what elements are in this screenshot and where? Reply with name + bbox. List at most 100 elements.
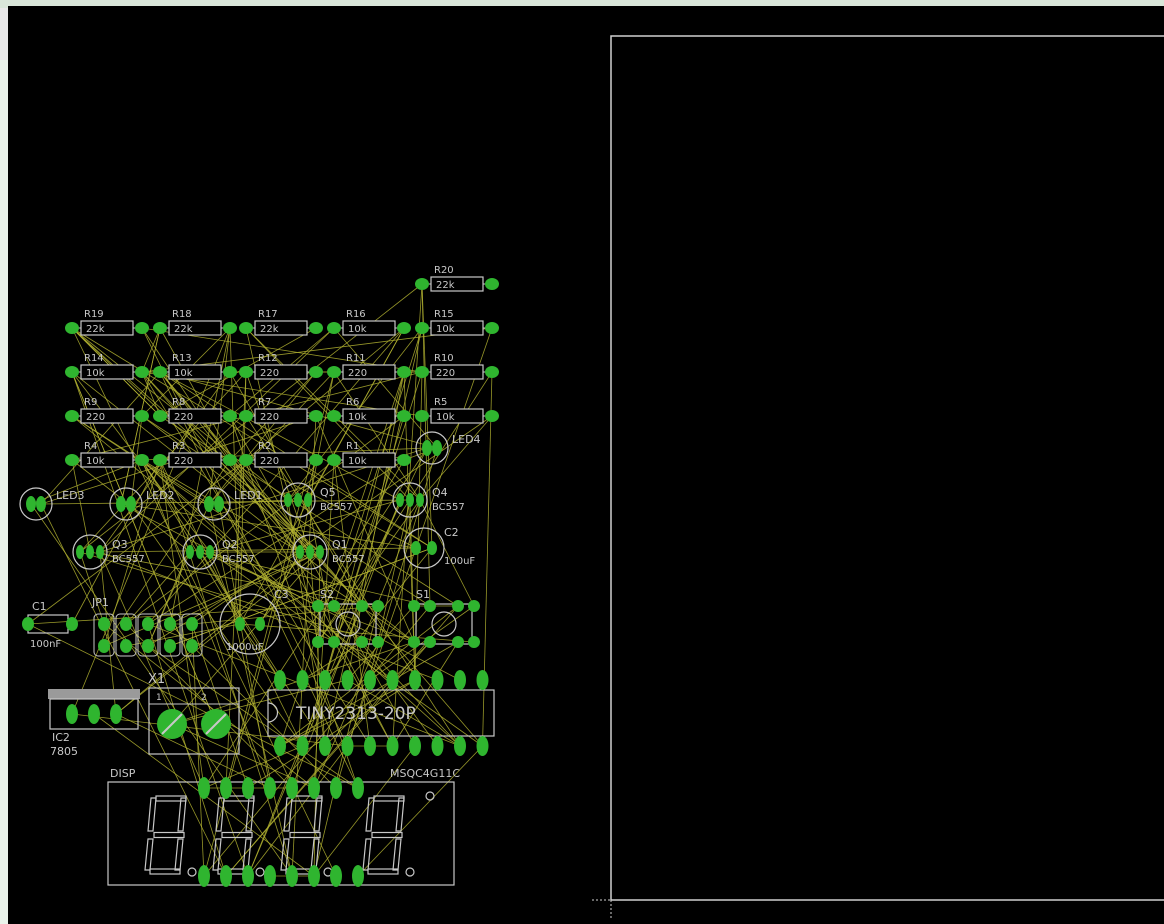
transistor-pad: [86, 545, 94, 559]
resistor-r5[interactable]: R510k: [415, 397, 499, 424]
transistor-name: Q1: [332, 538, 348, 551]
switch-pad: [468, 636, 480, 648]
resistor-pad: [485, 322, 499, 334]
switch-pad: [452, 600, 464, 612]
resistor-pad: [135, 366, 149, 378]
transistor-pad: [76, 545, 84, 559]
resistor-name: R14: [84, 353, 104, 364]
transistor-q4[interactable]: Q4 BC557: [392, 482, 465, 518]
mcu-pad: [409, 736, 421, 756]
resistor-value: 220: [436, 368, 455, 379]
resistor-pad: [397, 410, 411, 422]
resistor-pad: [239, 454, 253, 466]
resistor-r17[interactable]: R1722k: [239, 309, 323, 336]
resistor-r15[interactable]: R1510k: [415, 309, 499, 336]
led-name: LED2: [146, 489, 175, 502]
regulator-ic2[interactable]: IC2 7805: [48, 689, 140, 758]
resistor-value: 220: [260, 456, 279, 467]
display-pad: [330, 777, 342, 799]
header-pad: [186, 617, 198, 631]
mcu-pad: [454, 736, 466, 756]
led-name: LED3: [56, 489, 85, 502]
capacitor-pad: [411, 541, 421, 555]
header-pad: [120, 617, 132, 631]
mcu-pad: [364, 736, 376, 756]
resistor-name: R18: [172, 309, 192, 320]
resistor-r16[interactable]: R1610k: [327, 309, 411, 336]
transistor-pad: [296, 545, 304, 559]
transistor-pad: [396, 493, 404, 507]
led-pad: [126, 496, 136, 512]
regulator-pad-1: [66, 704, 78, 724]
display-segment: [153, 831, 185, 839]
resistor-pad: [65, 322, 79, 334]
mcu-ic1[interactable]: TINY2313-20P: [267, 670, 495, 756]
mcu-pad: [409, 670, 421, 690]
led-pad: [204, 496, 214, 512]
switch-pad: [328, 636, 340, 648]
resistor-pad: [485, 366, 499, 378]
resistor-r14[interactable]: R1410k: [65, 353, 149, 380]
resistor-pad: [397, 366, 411, 378]
resistor-pad: [135, 410, 149, 422]
resistor-pad: [309, 322, 323, 334]
header-pad: [164, 639, 176, 653]
transistor-pad: [304, 493, 312, 507]
window-frame-edge: [0, 8, 8, 60]
airwire: [79, 551, 105, 625]
display-disp[interactable]: DISP MSQC4G11C: [107, 767, 460, 887]
resistor-pad: [327, 366, 341, 378]
mcu-name: TINY2313-20P: [295, 704, 416, 724]
resistor-r19[interactable]: R1922k: [65, 309, 149, 336]
resistor-r18[interactable]: R1822k: [153, 309, 237, 336]
transistor-pad: [406, 493, 414, 507]
switch-pad: [424, 600, 436, 612]
switch-pad: [452, 636, 464, 648]
terminal-x1-name: X1: [148, 672, 165, 687]
resistor-pad: [397, 454, 411, 466]
resistor-value: 10k: [86, 456, 105, 467]
display-dp: [255, 867, 265, 877]
display-pad: [198, 865, 210, 887]
board-canvas[interactable]: R19 22k R18 22k R17 22k R16 10k R15 10k R14 10k R13 1…: [8, 6, 1164, 924]
board-layout[interactable]: R1922kR1822kR1722kR1610kR1510kR1410kR131…: [8, 6, 1164, 924]
mcu-pad: [296, 670, 309, 690]
resistor-name: R12: [258, 353, 278, 364]
capacitor-c2[interactable]: C2 100uF: [403, 526, 475, 569]
display-value: MSQC4G11C: [390, 767, 460, 780]
switch-name: S2: [320, 588, 334, 601]
display-segment: [174, 838, 184, 871]
capacitor-name: C1: [32, 600, 47, 613]
led-pad: [214, 496, 224, 512]
transistor-value: BC557: [112, 554, 145, 565]
led-pad: [432, 440, 442, 456]
resistor-pad: [397, 322, 411, 334]
switch-pad: [372, 636, 384, 648]
resistor-r10[interactable]: R10220: [415, 353, 499, 380]
display-segment: [395, 797, 405, 832]
capacitor-name: C3: [274, 588, 289, 601]
transistor-name: Q2: [222, 538, 238, 551]
resistor-pad: [309, 410, 323, 422]
resistor-value: 220: [260, 412, 279, 423]
resistor-pad: [223, 410, 237, 422]
display-pad: [308, 777, 320, 799]
regulator-name: IC2: [52, 731, 70, 744]
display-pad: [330, 865, 342, 887]
transistor-pad: [186, 545, 194, 559]
resistor-r20[interactable]: R2022k: [415, 265, 499, 292]
switch-pad: [356, 636, 368, 648]
transistor-name: Q3: [112, 538, 128, 551]
resistor-r12[interactable]: R12220: [239, 353, 323, 380]
resistor-name: R17: [258, 309, 278, 320]
terminal-x1[interactable]: X1 1 2: [148, 672, 240, 755]
resistor-name: R9: [84, 397, 97, 408]
header-pad: [186, 639, 198, 653]
mcu-pad: [386, 670, 399, 690]
mcu-pad: [476, 736, 489, 756]
resistor-pad: [223, 366, 237, 378]
capacitor-pad: [427, 541, 437, 555]
display-pad: [242, 777, 254, 799]
resistor-value: 10k: [86, 368, 105, 379]
resistor-name: R10: [434, 353, 454, 364]
